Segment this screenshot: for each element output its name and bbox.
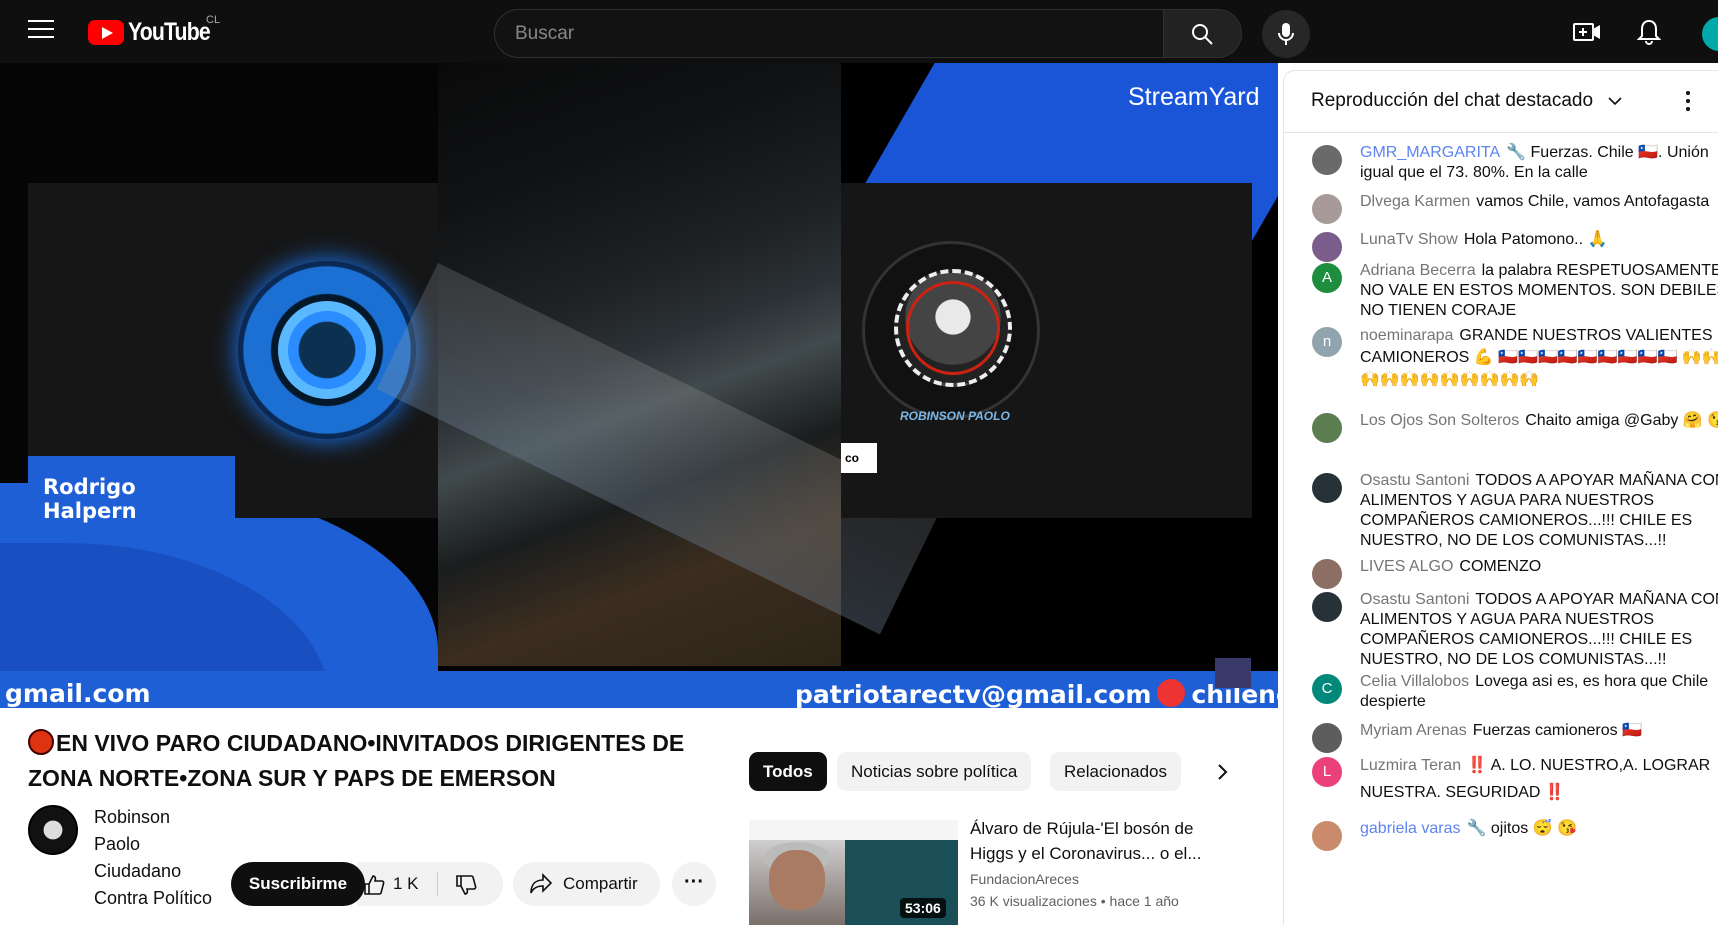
- menu-icon[interactable]: [28, 20, 54, 42]
- chat-avatar[interactable]: [1312, 559, 1342, 589]
- chat-author[interactable]: gabriela varas: [1360, 820, 1461, 837]
- search-box: [494, 9, 1164, 58]
- video-duration: 53:06: [900, 898, 946, 918]
- chat-author[interactable]: noeminarapa: [1360, 327, 1453, 344]
- microphone-icon: [1278, 23, 1294, 45]
- chat-author[interactable]: LunaTv Show: [1360, 231, 1458, 248]
- like-count[interactable]: 1 K: [393, 874, 419, 894]
- streamyard-brand: StreamYard: [1128, 83, 1260, 111]
- chat-author[interactable]: Dlvega Karmen: [1360, 193, 1470, 210]
- search-button[interactable]: [1163, 9, 1242, 58]
- search-icon: [1192, 24, 1213, 45]
- related-video-title[interactable]: Álvaro de Rújula-'El bosón de Higgs y el…: [970, 816, 1220, 866]
- dislike-icon[interactable]: [455, 874, 477, 896]
- related-video-meta: 36 K visualizaciones • hace 1 año: [970, 893, 1179, 909]
- overlay-logo-text: ROBINSON PAOLO: [900, 409, 1010, 423]
- small-thumbnail: [1215, 658, 1251, 688]
- record-dot-icon: [1157, 679, 1186, 707]
- notifications-bell-icon[interactable]: [1637, 19, 1661, 45]
- channel-name[interactable]: Robinson Paolo Ciudadano Contra Político: [94, 804, 214, 912]
- account-avatar[interactable]: [1702, 17, 1718, 51]
- chat-author[interactable]: Myriam Arenas: [1360, 722, 1467, 739]
- chat-author[interactable]: Luzmira Teran: [1360, 757, 1461, 774]
- live-dot-icon: [28, 729, 54, 755]
- chevron-right-icon[interactable]: [1208, 758, 1236, 786]
- chat-author[interactable]: GMR_MARGARITA: [1360, 144, 1500, 161]
- chat-text: ojitos 😴 😘: [1490, 820, 1577, 837]
- chat-author[interactable]: Osastu Santoni: [1360, 591, 1469, 608]
- video-player[interactable]: Rodrigo Halpern ROBINSON PAOLO co Stream…: [0, 63, 1278, 708]
- banner-right-text: patriotarectv@gmail.comchilenos: [795, 679, 1278, 708]
- chevron-down-icon[interactable]: [1607, 95, 1623, 107]
- video-title: EN VIVO PARO CIUDADANO•INVITADOS DIRIGEN…: [28, 729, 685, 791]
- chat-author[interactable]: Adriana Becerra: [1360, 262, 1476, 279]
- country-code: CL: [206, 14, 221, 26]
- chat-avatar[interactable]: [1312, 592, 1342, 622]
- chat-author[interactable]: Osastu Santoni: [1360, 472, 1469, 489]
- chat-text: vamos Chile, vamos Antofagasta: [1476, 193, 1710, 210]
- chat-text: Chaito amiga @Gaby 🤗 😘: [1525, 412, 1718, 429]
- chat-avatar[interactable]: [1312, 413, 1342, 443]
- chat-author[interactable]: Celia Villalobos: [1360, 673, 1469, 690]
- live-chat-panel: Reproducción del chat destacado GMR_MARG…: [1283, 70, 1718, 925]
- chat-text: Hola Patomono.. 🙏: [1463, 231, 1608, 248]
- like-dislike-group: 1 K: [357, 862, 503, 906]
- chat-avatar[interactable]: L: [1312, 757, 1342, 787]
- logo-text: YouTube: [128, 17, 211, 46]
- more-vert-icon[interactable]: [1684, 89, 1692, 113]
- chat-avatar[interactable]: [1312, 145, 1342, 175]
- chat-avatar[interactable]: [1312, 232, 1342, 262]
- top-bar: YouTube CL: [0, 0, 1718, 63]
- play-logo-icon: [88, 19, 124, 45]
- chat-author[interactable]: LIVES ALGO: [1360, 558, 1453, 575]
- chip-politics-news[interactable]: Noticias sobre política: [837, 752, 1032, 791]
- like-icon[interactable]: [363, 874, 385, 896]
- channel-avatar[interactable]: [28, 805, 78, 855]
- voice-search-button[interactable]: [1262, 10, 1310, 58]
- guest-name-tag: Rodrigo Halpern: [28, 456, 235, 523]
- chat-text: COMENZO: [1459, 558, 1542, 575]
- chat-avatar[interactable]: [1312, 821, 1342, 851]
- chat-avatar[interactable]: C: [1312, 674, 1342, 704]
- chat-avatar[interactable]: A: [1312, 263, 1342, 293]
- chip-todos[interactable]: Todos: [749, 752, 827, 791]
- banner-left-text: gmail.com: [5, 679, 151, 708]
- create-video-icon[interactable]: [1573, 21, 1601, 43]
- chat-text: Fuerzas camioneros 🇨🇱: [1472, 722, 1643, 739]
- more-actions-button[interactable]: ···: [672, 862, 716, 906]
- chat-header: Reproducción del chat destacado: [1284, 71, 1718, 133]
- chip-related[interactable]: Relacionados: [1050, 752, 1182, 791]
- search-input[interactable]: [495, 10, 1163, 57]
- chat-author[interactable]: Los Ojos Son Solteros: [1360, 412, 1519, 429]
- related-video-channel[interactable]: FundacionAreces: [970, 871, 1079, 887]
- name-tag-fragment: co: [841, 443, 877, 473]
- share-button[interactable]: Compartir: [513, 862, 660, 906]
- chat-avatar[interactable]: [1312, 194, 1342, 224]
- youtube-logo[interactable]: YouTube: [88, 16, 224, 48]
- subscribe-button[interactable]: Suscribirme: [231, 862, 365, 906]
- chat-mode-selector[interactable]: Reproducción del chat destacado: [1311, 90, 1593, 112]
- chat-avatar[interactable]: n: [1312, 327, 1342, 357]
- share-icon: [530, 873, 553, 894]
- chat-avatar[interactable]: [1312, 473, 1342, 503]
- chat-avatar[interactable]: [1312, 723, 1342, 753]
